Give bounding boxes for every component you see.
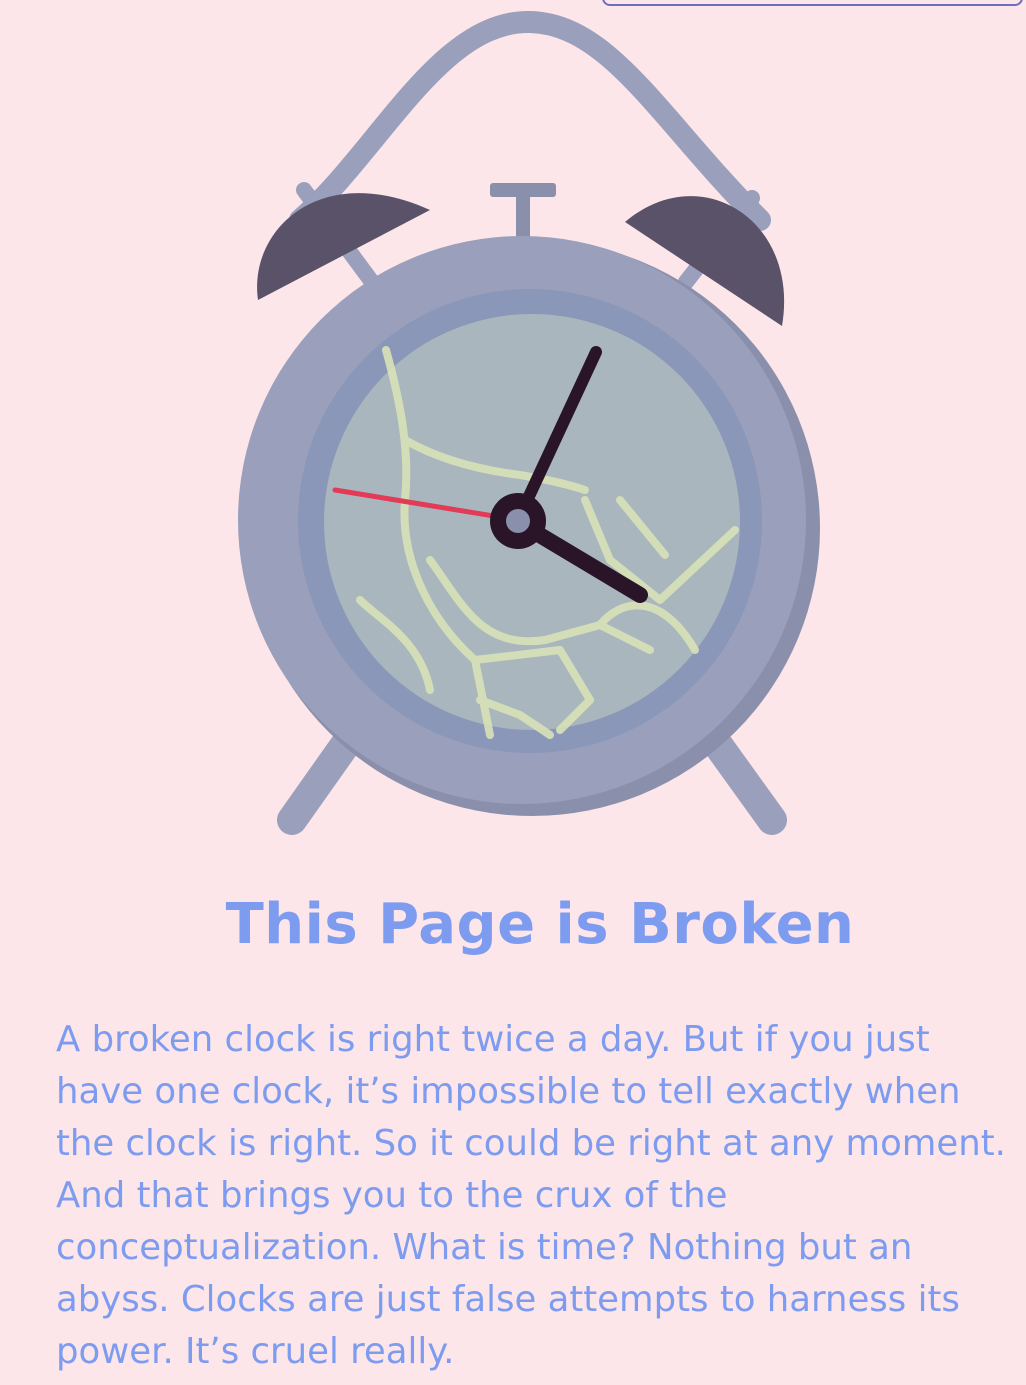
- clock-center-pin: [506, 509, 530, 533]
- clock-leg-left: [277, 730, 360, 835]
- clock-leg-right: [703, 730, 787, 835]
- page-title: This Page is Broken: [225, 892, 855, 957]
- error-message: A broken clock is right twice a day. But…: [56, 1019, 1006, 1372]
- broken-alarm-clock-icon: [238, 10, 820, 835]
- clock-top-button: [490, 183, 556, 197]
